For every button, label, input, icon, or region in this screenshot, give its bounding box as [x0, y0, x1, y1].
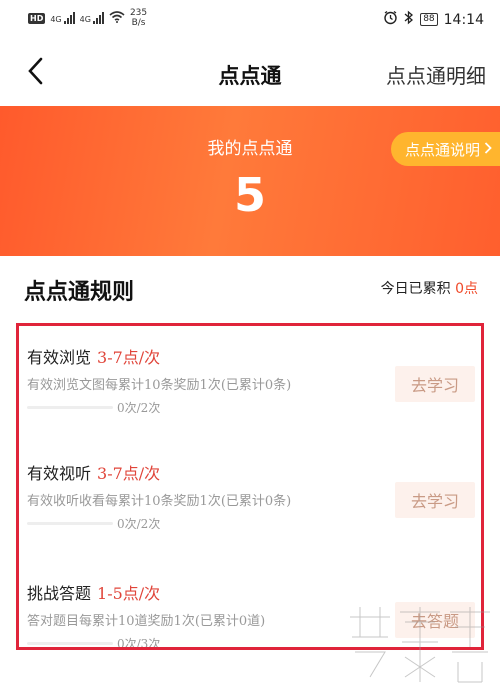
points-banner: 我的点点通 5 点点通说明	[0, 106, 500, 256]
status-right: 88 14:14	[383, 10, 484, 29]
task-progress-text: 0次/2次	[117, 517, 161, 531]
today-points: 今日已累积 0点	[381, 278, 478, 298]
network-speed-value: 235	[129, 8, 148, 18]
wifi-icon	[109, 10, 125, 26]
nav-bar: 点点通 点点通明细	[0, 38, 500, 106]
rules-header: 点点通规则 今日已累积 0点	[0, 256, 500, 318]
task-name-line: 有效浏览 3-7点/次	[27, 344, 160, 368]
go-learn-button[interactable]: 去学习	[395, 366, 475, 402]
my-points-value: 5	[233, 168, 266, 222]
task-name-line: 有效视听 3-7点/次	[27, 460, 160, 484]
watermark	[340, 597, 500, 687]
task-description: 有效收听收看每累计10条奖励1次(已累计0条)	[27, 494, 292, 509]
signal-2: 4G	[80, 12, 104, 24]
battery-icon: 88	[420, 13, 438, 26]
clock-time: 14:14	[443, 11, 484, 28]
task-progress-text: 0次/3次	[117, 637, 161, 650]
task-progress-bar	[27, 642, 113, 645]
hd-badge: HD	[28, 12, 46, 24]
chevron-right-icon	[484, 140, 492, 158]
task-points: 3-7点/次	[97, 464, 161, 483]
task-item-browse: 有效浏览 3-7点/次 有效浏览文图每累计10条奖励1次(已累计0条) 0次/2次…	[19, 326, 481, 444]
alarm-icon	[383, 10, 398, 29]
task-name-line: 挑战答题 1-5点/次	[27, 580, 160, 604]
task-points: 1-5点/次	[97, 584, 161, 603]
task-points: 3-7点/次	[97, 348, 161, 367]
task-progress-text: 0次/2次	[117, 401, 161, 415]
explain-button-label: 点点通说明	[404, 140, 480, 159]
network-type-2: 4G	[79, 15, 91, 24]
detail-link[interactable]: 点点通明细	[386, 60, 486, 89]
network-type-1: 4G	[50, 15, 62, 24]
explain-button[interactable]: 点点通说明	[390, 132, 500, 166]
task-name: 有效浏览	[27, 348, 92, 367]
task-name: 挑战答题	[27, 584, 92, 603]
task-description: 答对题目每累计10道奖励1次(已累计0道)	[27, 614, 266, 629]
today-points-value: 0点	[455, 281, 478, 297]
signal-bars-icon	[63, 12, 75, 24]
network-speed: 235 B/s	[130, 8, 147, 28]
status-bar: HD 4G 4G 235 B/s 88 14:14	[0, 0, 500, 38]
rules-title: 点点通规则	[24, 280, 135, 305]
today-points-prefix: 今日已累积	[380, 281, 451, 297]
task-progress-bar	[27, 406, 113, 409]
task-name: 有效视听	[27, 464, 92, 483]
go-learn-button[interactable]: 去学习	[395, 482, 475, 518]
task-item-video: 有效视听 3-7点/次 有效收听收看每累计10条奖励1次(已累计0条) 0次/2次…	[19, 442, 481, 560]
status-left: HD 4G 4G 235 B/s	[28, 8, 147, 28]
signal-1: 4G	[50, 12, 75, 24]
network-speed-unit: B/s	[131, 18, 146, 28]
bluetooth-icon	[404, 10, 414, 29]
signal-bars-icon	[92, 12, 104, 24]
task-description: 有效浏览文图每累计10条奖励1次(已累计0条)	[27, 378, 292, 393]
task-progress-bar	[27, 522, 113, 525]
